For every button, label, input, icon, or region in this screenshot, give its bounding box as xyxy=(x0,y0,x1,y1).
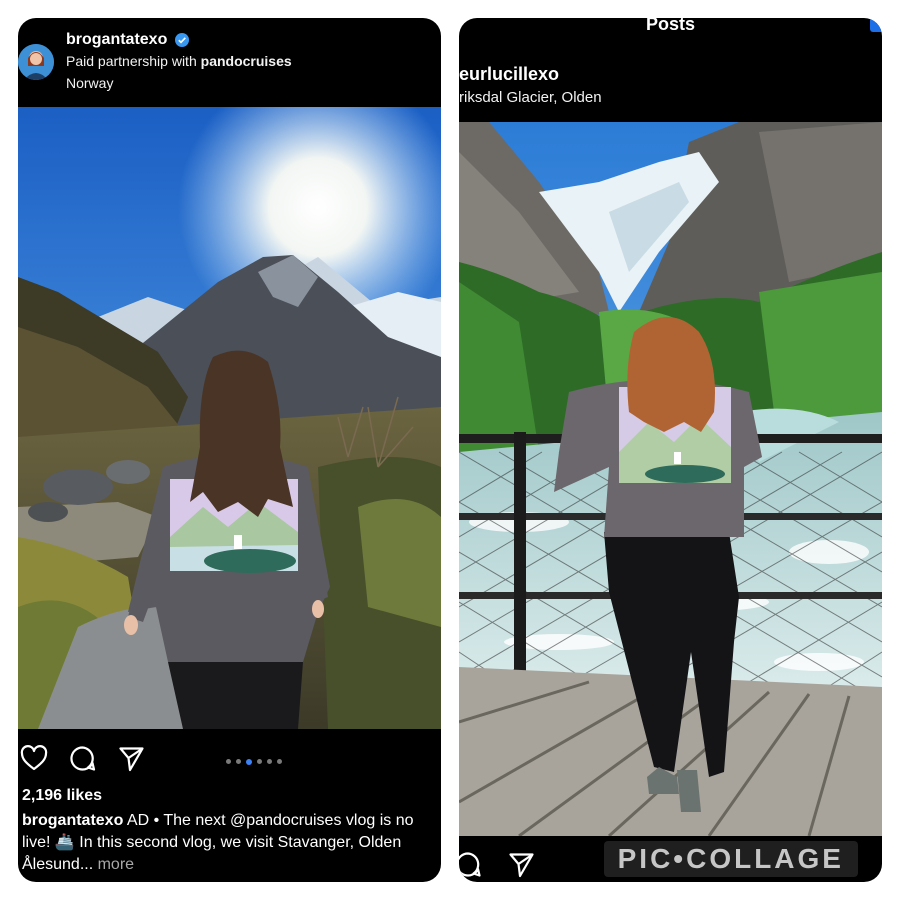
heart-icon xyxy=(20,745,48,771)
caption-line3: Ålesund... xyxy=(22,856,94,873)
page-title: Posts xyxy=(645,18,696,34)
comment-icon xyxy=(70,746,96,771)
avatar[interactable] xyxy=(18,44,54,80)
carousel-dot xyxy=(256,759,262,765)
comment-button[interactable] xyxy=(459,851,481,878)
post-location[interactable]: riksdal Glacier, Olden xyxy=(459,89,602,106)
carousel-dot xyxy=(225,759,231,765)
carousel-indicator xyxy=(223,753,284,771)
partnership-prefix: Paid partnership with xyxy=(66,53,201,69)
caption-line1: AD • The next @pandocruises vlog is no xyxy=(123,812,414,829)
username-text[interactable]: brogantatexo xyxy=(66,31,167,48)
caption-username[interactable]: brogantatexo xyxy=(22,812,123,829)
right-post-panel: Posts eurlucillexo riksdal Glacier, Olde… xyxy=(459,18,882,882)
partnership-line: Paid partnership with pandocruises xyxy=(66,53,292,69)
post-photo-briksdal-glacier[interactable] xyxy=(459,122,882,836)
verified-badge-icon xyxy=(174,32,189,47)
carousel-dot xyxy=(276,759,282,765)
post-username[interactable]: eurlucillexo xyxy=(459,64,559,85)
share-button[interactable] xyxy=(118,745,145,772)
caption: brogantatexo AD • The next @pandocruises… xyxy=(22,810,441,876)
post-photo-glacier-valley[interactable] xyxy=(18,107,441,729)
share-icon xyxy=(509,853,534,878)
carousel-dot xyxy=(235,759,241,765)
carousel-dot-active xyxy=(245,758,252,765)
like-button[interactable] xyxy=(20,745,48,771)
carousel-dot xyxy=(266,759,272,765)
comment-icon xyxy=(459,852,481,877)
post-username[interactable]: brogantatexo xyxy=(66,31,189,49)
post-location[interactable]: Norway xyxy=(66,75,113,91)
share-button[interactable] xyxy=(508,851,535,878)
partner-link[interactable]: pandocruises xyxy=(201,53,292,69)
follow-button-partial[interactable] xyxy=(870,18,882,32)
share-icon xyxy=(119,747,144,772)
more-link[interactable]: more xyxy=(93,856,134,873)
left-post-panel: brogantatexo Paid partnership with pando… xyxy=(18,18,441,882)
likes-count[interactable]: 2,196 likes xyxy=(22,787,102,805)
caption-line2: live! 🚢 In this second vlog, we visit St… xyxy=(22,834,402,851)
comment-button[interactable] xyxy=(69,745,96,772)
pic-collage-watermark: PIC•COLLAGE xyxy=(603,841,858,877)
